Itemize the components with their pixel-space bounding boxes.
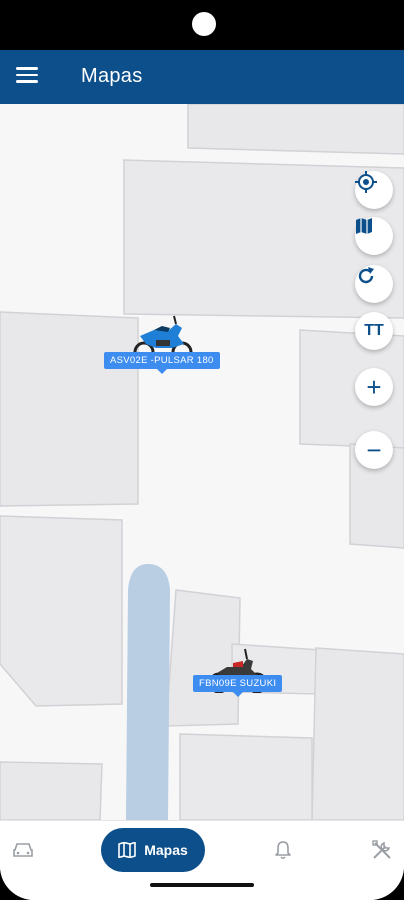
nav-alerts[interactable] bbox=[271, 838, 295, 862]
minus-icon: − bbox=[366, 435, 382, 465]
building-block bbox=[0, 515, 123, 707]
target-crosshair-icon bbox=[355, 171, 377, 193]
zoom-out-button[interactable]: − bbox=[355, 431, 393, 469]
zoom-in-button[interactable]: + bbox=[355, 368, 393, 406]
text-size-button[interactable]: TT bbox=[355, 312, 393, 350]
refresh-icon bbox=[358, 267, 374, 284]
bell-icon bbox=[275, 841, 291, 860]
app-screen: Mapas TT + − ASV02E -PULSAR 180 FBN09E S… bbox=[0, 50, 404, 900]
plus-icon: + bbox=[366, 372, 382, 402]
vehicle-label: FBN09E SUZUKI bbox=[193, 675, 283, 697]
building-block bbox=[0, 761, 103, 820]
vehicle-marker[interactable]: FBN09E SUZUKI bbox=[193, 645, 289, 707]
building-block bbox=[179, 733, 313, 820]
building-block bbox=[311, 647, 404, 820]
phone-frame: Mapas TT + − ASV02E -PULSAR 180 FBN09E S… bbox=[0, 0, 404, 900]
vehicle-marker[interactable]: ASV02E -PULSAR 180 bbox=[104, 314, 224, 376]
nav-maps[interactable]: Mapas bbox=[101, 828, 205, 872]
map-icon bbox=[118, 842, 137, 858]
nav-tools[interactable] bbox=[370, 838, 394, 862]
nav-maps-label: Mapas bbox=[144, 842, 188, 858]
locate-button[interactable] bbox=[355, 171, 393, 209]
app-bar: Mapas bbox=[0, 50, 404, 104]
page-title: Mapas bbox=[81, 65, 143, 87]
map-view[interactable]: TT + − ASV02E -PULSAR 180 FBN09E SUZUKI bbox=[0, 104, 404, 820]
vehicle-label: ASV02E -PULSAR 180 bbox=[104, 352, 220, 374]
front-camera bbox=[192, 12, 216, 36]
car-icon bbox=[13, 843, 33, 857]
refresh-button[interactable] bbox=[355, 265, 393, 303]
map-canvas bbox=[0, 104, 404, 820]
tools-icon bbox=[372, 840, 391, 859]
map-type-button[interactable] bbox=[355, 217, 393, 255]
home-indicator bbox=[150, 883, 254, 887]
hamburger-menu-icon[interactable] bbox=[16, 67, 38, 87]
nav-vehicles[interactable] bbox=[11, 838, 35, 862]
text-size-icon: TT bbox=[364, 322, 384, 339]
building-block bbox=[187, 104, 404, 155]
folded-map-icon bbox=[356, 218, 372, 234]
road bbox=[126, 564, 170, 820]
bottom-navigation: Mapas bbox=[0, 820, 404, 900]
